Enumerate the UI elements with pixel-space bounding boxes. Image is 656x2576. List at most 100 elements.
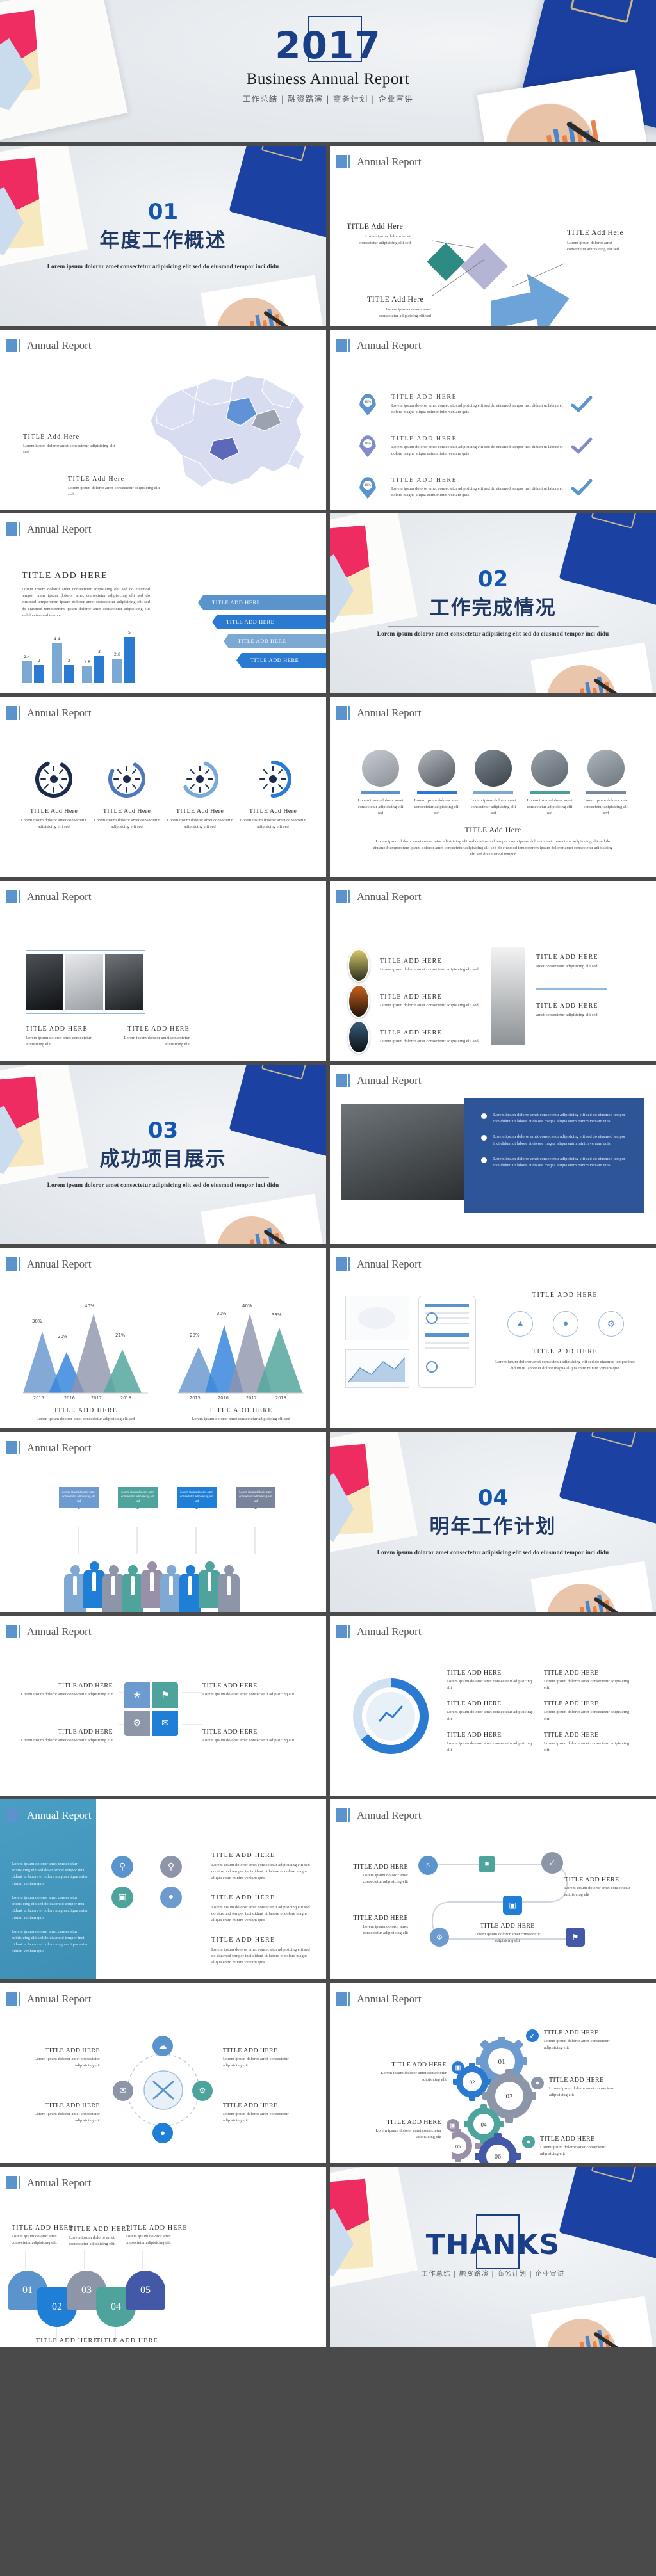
callout-title: TITLE ADD HERE bbox=[549, 2077, 604, 2084]
puzzle-connectors bbox=[119, 1692, 202, 1725]
callout-title: TITLE Add Here bbox=[567, 228, 624, 237]
photo-splash[interactable] bbox=[491, 947, 525, 1045]
speech-bubble[interactable]: Lorem ipsum doloror amet consectetur adi… bbox=[236, 1487, 275, 1509]
slide-snake-flow[interactable]: Annual Report S ■ ✓ ▣ ⚙ ⚑ TITLE ADD HERE… bbox=[330, 1799, 656, 1979]
icon-tile[interactable]: ⚲ bbox=[151, 1856, 191, 1878]
slide-header-label: Annual Report bbox=[27, 1808, 92, 1821]
ribbon-item[interactable]: TITLE ADD HERE bbox=[198, 595, 326, 610]
list-item[interactable]: TITLE ADD HERE Lorem ipsum doloror amet … bbox=[447, 1670, 532, 1691]
globe-icon[interactable]: ● bbox=[152, 2123, 173, 2143]
list-item[interactable]: TITLE ADD HERE Lorem ipsum doloror amet … bbox=[544, 1670, 630, 1691]
cloud-icon[interactable]: ☁ bbox=[152, 2036, 173, 2056]
slide-section-03[interactable]: 03 成功项目展示 Lorem ipsum doloror amet conse… bbox=[0, 1065, 326, 1244]
card-phone[interactable] bbox=[418, 1296, 476, 1388]
slide-photo-circles[interactable]: Annual Report Lorem ipsum doloror amet c… bbox=[330, 697, 656, 877]
icon-tile[interactable]: ● bbox=[151, 1887, 191, 1908]
mountain-chart-left bbox=[23, 1314, 148, 1394]
photo-item[interactable]: Lorem ipsum doloror amet consectetur adi… bbox=[412, 750, 462, 817]
svg-text:01: 01 bbox=[498, 2058, 505, 2066]
slide-arrow-diagram[interactable]: Annual Report TITLE Add Here Lorem ipsum… bbox=[330, 146, 656, 326]
photo-item[interactable]: Lorem ipsum doloror amet consectetur adi… bbox=[581, 750, 631, 817]
icon-tile[interactable]: ⚲ bbox=[102, 1856, 142, 1878]
flow-node-icon[interactable]: ■ bbox=[479, 1856, 495, 1872]
slide-three-photos[interactable]: Annual Report TITLE ADD HERE Lorem ipsum… bbox=[0, 881, 326, 1061]
list-item[interactable]: 10% TITLE ADD HERE Lorem ipsum doloror a… bbox=[359, 435, 635, 458]
photo-alley[interactable] bbox=[26, 954, 63, 1010]
photo-waterdrop[interactable] bbox=[105, 954, 144, 1010]
photo-thumbnail bbox=[531, 750, 568, 787]
flow-node-s[interactable]: S bbox=[418, 1856, 438, 1875]
photo-office[interactable] bbox=[341, 1104, 473, 1200]
speech-bubble[interactable]: Lorem ipsum doloror amet consectetur adi… bbox=[118, 1487, 158, 1509]
slide-device-cards[interactable]: Annual Report TITLE ADD HERE ▲ ● ⚙ TITLE… bbox=[330, 1248, 656, 1428]
ribbon-item[interactable]: TITLE ADD HERE bbox=[224, 634, 326, 648]
panel-list-item[interactable]: Lorem ipsum doloror amet consectetur adi… bbox=[481, 1112, 628, 1125]
slide-gauges[interactable]: Annual Report TITLE Add Here Lorem ipsum… bbox=[0, 697, 326, 877]
callout-1: TITLE Add Here Lorem ipsum doloror amet … bbox=[347, 221, 411, 246]
slide-header: Annual Report bbox=[6, 522, 92, 536]
icon-card[interactable]: ⚙ bbox=[593, 1311, 630, 1337]
speech-bubble[interactable]: Lorem ipsum doloror amet consectetur adi… bbox=[177, 1487, 217, 1509]
ribbon-item[interactable]: TITLE ADD HERE bbox=[212, 615, 326, 629]
flow-node-flag[interactable]: ⚑ bbox=[566, 1928, 585, 1947]
photo-camera[interactable] bbox=[65, 954, 103, 1010]
slide-puzzle[interactable]: Annual Report TITLE ADD HERE Lorem ipsum… bbox=[0, 1616, 326, 1796]
slide-gears[interactable]: Annual Report 01 02 03 04 05 06 ✓ TITLE … bbox=[330, 1983, 656, 2163]
slide-bar-chart[interactable]: Annual Report TITLE ADD HERE Lorem ipsum… bbox=[0, 513, 326, 693]
slide-header: Annual Report bbox=[336, 1074, 422, 1087]
card-chart[interactable] bbox=[345, 1349, 409, 1388]
mail-icon[interactable]: ✉ bbox=[113, 2081, 133, 2101]
slide-donut-list[interactable]: Annual Report TITLE ADD HERE Lorem ipsum… bbox=[330, 1616, 656, 1796]
slide-section-01[interactable]: 01 年度工作概述 Lorem ipsum doloror amet conse… bbox=[0, 146, 326, 326]
slide-team-people[interactable]: Annual Report Lorem ipsum doloror amet c… bbox=[0, 1432, 326, 1612]
oval-item[interactable]: TITLE ADD HERE Lorem ipsum doloror amet … bbox=[348, 1020, 489, 1054]
panel-list-item[interactable]: Lorem ipsum doloror amet consectetur adi… bbox=[481, 1156, 628, 1169]
flow-node-gear[interactable]: ⚙ bbox=[430, 1928, 449, 1947]
slide-thanks[interactable]: THANKS 工作总结 | 融资路演 | 商务计划 | 企业宣讲 bbox=[330, 2167, 656, 2347]
slide-circular-icons[interactable]: Annual Report ☁ ⚙ ● ✉ TITLE ADD HERE Lor… bbox=[0, 1983, 326, 2163]
slide-mountain-charts[interactable]: Annual Report 30% 20% 40% 21% 2015 2016 … bbox=[0, 1248, 326, 1428]
oval-item[interactable]: TITLE ADD HERE Lorem ipsum doloror amet … bbox=[348, 949, 489, 982]
photo-item[interactable]: Lorem ipsum doloror amet consectetur adi… bbox=[525, 750, 575, 817]
flow-node-doc[interactable]: ▣ bbox=[503, 1896, 522, 1915]
slide-section-02[interactable]: 02 工作完成情况 Lorem ipsum doloror amet conse… bbox=[330, 513, 656, 693]
slide-teal-icons[interactable]: Annual Report Lorem ipsum doloror amet c… bbox=[0, 1799, 326, 1979]
item-body: Lorem ipsum doloror amet consectetur adi… bbox=[447, 1679, 532, 1691]
slide-dark-panel[interactable]: Annual Report Lorem ipsum doloror amet c… bbox=[330, 1065, 656, 1244]
gauge-item[interactable]: TITLE Add Here Lorem ipsum doloror amet … bbox=[238, 759, 308, 830]
gear-icon[interactable]: ⚙ bbox=[192, 2081, 213, 2101]
list-item[interactable]: TITLE ADD HERE Lorem ipsum doloror amet … bbox=[544, 1700, 630, 1722]
photo-item[interactable]: Lorem ipsum doloror amet consectetur adi… bbox=[468, 750, 518, 817]
map-pin-icon: 10% bbox=[359, 477, 376, 499]
speech-bubble[interactable]: Lorem ipsum doloror amet consectetur adi… bbox=[59, 1487, 99, 1509]
oval-item[interactable]: TITLE ADD HERE Lorem ipsum doloror amet … bbox=[348, 985, 489, 1018]
list-item[interactable]: 10% TITLE ADD HERE Lorem ipsum doloror a… bbox=[359, 477, 635, 499]
icon-card[interactable]: ▲ bbox=[502, 1311, 539, 1337]
icon-tile[interactable]: ▣ bbox=[102, 1887, 142, 1908]
gauge-item[interactable]: TITLE Add Here Lorem ipsum doloror amet … bbox=[165, 759, 234, 830]
header-square-icon bbox=[336, 1074, 347, 1087]
header-square-icon bbox=[6, 339, 17, 352]
slide-oval-gallery[interactable]: Annual Report TITLE ADD HERE Lorem ipsum… bbox=[330, 881, 656, 1061]
slide-china-map[interactable]: Annual Report TITLE Add Here Lorem ipsum… bbox=[0, 330, 326, 510]
slide-section-04[interactable]: 04 明年工作计划 Lorem ipsum doloror amet conse… bbox=[330, 1432, 656, 1612]
photo-caption: Lorem ipsum doloror amet consectetur adi… bbox=[527, 798, 573, 816]
icon-card[interactable]: ● bbox=[547, 1311, 584, 1337]
caption-body: amet consectetur adipisicing elit sed bbox=[536, 1013, 598, 1017]
ribbon-item[interactable]: TITLE ADD HERE bbox=[236, 653, 326, 668]
gauge-item[interactable]: TITLE Add Here Lorem ipsum doloror amet … bbox=[19, 759, 88, 830]
list-item[interactable]: TITLE ADD HERE Lorem ipsum doloror amet … bbox=[447, 1732, 532, 1753]
flow-node-check[interactable]: ✓ bbox=[541, 1852, 563, 1874]
list-item[interactable]: 10% TITLE ADD HERE Lorem ipsum doloror a… bbox=[359, 394, 635, 416]
list-item[interactable]: TITLE ADD HERE Lorem ipsum doloror amet … bbox=[447, 1700, 532, 1722]
slide-header-label: Annual Report bbox=[27, 339, 92, 351]
dome-item[interactable]: 05 bbox=[126, 2271, 165, 2310]
gauge-item[interactable]: TITLE Add Here Lorem ipsum doloror amet … bbox=[92, 759, 161, 830]
person-icon bbox=[160, 1565, 182, 1612]
slide-pins-checklist[interactable]: Annual Report 10% TITLE ADD HERE Lorem i… bbox=[330, 330, 656, 510]
panel-list-item[interactable]: Lorem ipsum doloror amet consectetur adi… bbox=[481, 1134, 628, 1147]
photo-item[interactable]: Lorem ipsum doloror amet consectetur adi… bbox=[356, 750, 406, 817]
dome-callout: TITLE ADD HERE Lorem ipsum doloror amet … bbox=[12, 2225, 76, 2246]
slide-numbered-domes[interactable]: Annual Report TITLE ADD HERE Lorem ipsum… bbox=[0, 2167, 326, 2347]
list-item[interactable]: TITLE ADD HERE Lorem ipsum doloror amet … bbox=[544, 1732, 630, 1753]
